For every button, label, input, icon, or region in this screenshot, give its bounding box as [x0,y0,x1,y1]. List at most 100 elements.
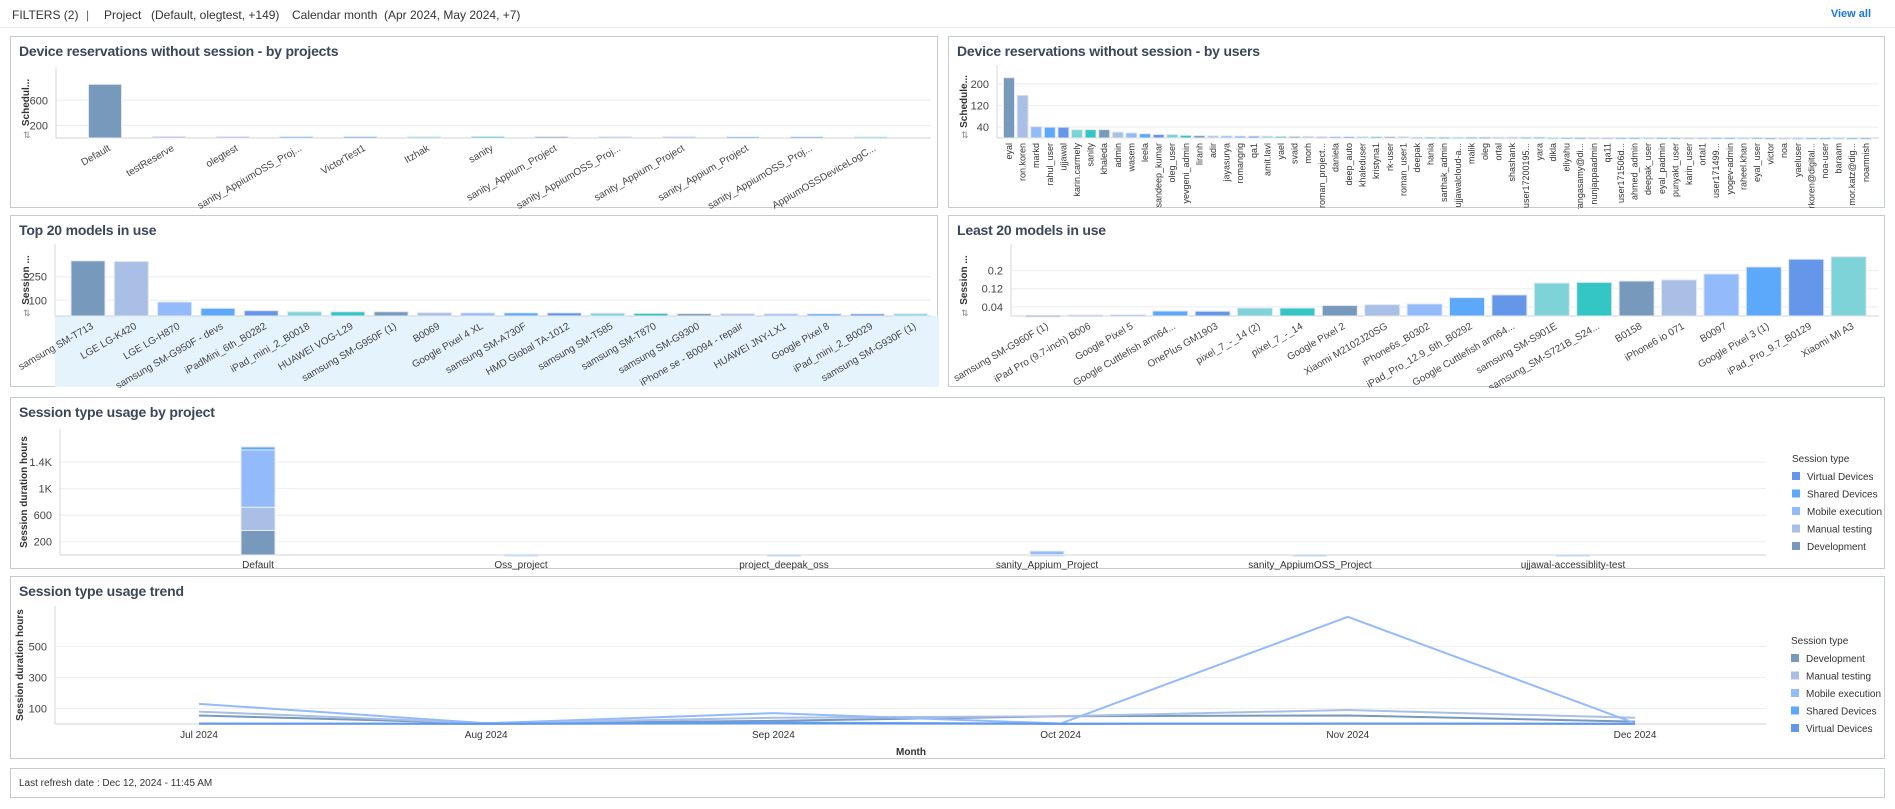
bar[interactable] [279,136,314,139]
bar-segment[interactable] [240,446,276,451]
bar[interactable] [1737,136,1750,140]
bar[interactable] [1778,137,1791,140]
bar[interactable] [1194,310,1231,317]
bar[interactable] [503,312,539,317]
bar[interactable] [1364,304,1401,317]
bar[interactable] [1098,129,1111,139]
bar[interactable] [1655,136,1668,140]
bar[interactable] [113,260,149,317]
bar[interactable] [590,312,626,317]
bar[interactable] [1067,314,1104,318]
bar[interactable] [1576,281,1613,317]
bar[interactable] [1751,136,1763,140]
bar[interactable] [1615,136,1627,140]
bar[interactable] [157,301,193,317]
bar[interactable] [1560,136,1573,140]
filters-count[interactable]: FILTERS (2) [12,8,78,22]
legend-item[interactable]: Virtual Devices [1806,724,1873,735]
bar[interactable] [151,135,186,139]
bar[interactable] [598,136,633,139]
legend-item[interactable]: Virtual Devices [1807,472,1874,483]
bar[interactable] [633,312,669,317]
bar[interactable] [470,135,505,139]
bar[interactable] [1703,273,1740,317]
bar[interactable] [1370,136,1383,139]
bar[interactable] [1533,282,1570,317]
bar[interactable] [70,260,106,317]
bar[interactable] [1397,136,1410,139]
chart-session-type-trend[interactable]: 100 300 500Session duration hours Jul 2024 A… [11,577,1886,760]
bar[interactable] [1152,133,1165,139]
bar[interactable] [662,136,697,139]
bar-segment[interactable] [766,553,802,557]
bar[interactable] [330,311,366,317]
bar[interactable] [1547,136,1559,140]
chart-reservations-by-projects[interactable]: 200 600Schedul... ⇅ Default testReserve olegt… [11,37,939,209]
bar[interactable] [460,312,496,317]
bar[interactable] [1025,314,1061,318]
bar-segment[interactable] [240,449,276,508]
bar[interactable] [1438,136,1451,140]
bar-segment[interactable] [240,529,276,556]
bar[interactable] [1179,134,1192,139]
bar[interactable] [546,312,582,317]
chart-reservations-by-users[interactable]: 40120200Schedule...⇅eyal ron.koren markd ra… [949,37,1886,209]
bar[interactable] [1016,94,1029,139]
bar[interactable] [1003,77,1015,139]
bar[interactable] [1587,136,1600,140]
bar[interactable] [1343,136,1355,139]
bar[interactable] [1261,135,1274,139]
bar[interactable] [1071,129,1083,139]
bar[interactable] [1830,256,1867,317]
sort-icon[interactable]: ⇅ [961,308,969,318]
bar[interactable] [88,83,122,139]
bar[interactable] [1234,135,1247,139]
bar[interactable] [1166,133,1179,139]
bar[interactable] [215,136,250,139]
bar[interactable] [373,311,409,317]
filter-month-value[interactable]: (Apr 2024, May 2024, +7) [384,8,520,22]
bar[interactable] [1832,137,1845,140]
series-line-mobile-execution[interactable] [198,615,1636,725]
bar[interactable] [1506,136,1519,140]
bar[interactable] [1111,131,1124,139]
legend-item[interactable]: Development [1807,542,1866,553]
bar[interactable] [1057,126,1070,139]
legend-item[interactable]: Shared Devices [1807,490,1878,501]
bar[interactable] [1805,137,1818,140]
bar[interactable] [243,310,279,317]
bar[interactable] [789,136,824,139]
bar[interactable] [1220,135,1233,139]
bar[interactable] [1723,136,1736,140]
bar-segment[interactable] [503,553,539,557]
bar[interactable] [1533,136,1546,140]
bar[interactable] [1628,136,1641,140]
bar[interactable] [1764,137,1777,140]
bar[interactable] [1491,294,1528,317]
bar[interactable] [1451,136,1464,140]
bar[interactable] [1125,132,1138,139]
bar[interactable] [1859,137,1872,140]
bar[interactable] [1237,307,1273,317]
bar[interactable] [1030,126,1043,139]
bar[interactable] [416,312,452,317]
legend-item[interactable]: Manual testing [1807,525,1872,536]
sort-icon[interactable]: ⇅ [23,130,31,140]
bar[interactable] [1618,280,1655,317]
bar[interactable] [1696,136,1709,140]
bar[interactable] [1519,136,1532,140]
bar[interactable] [1745,266,1782,317]
bar-segment[interactable] [1292,553,1328,557]
bar[interactable] [1574,136,1587,140]
legend-item[interactable]: Mobile execution [1806,689,1881,700]
chart-session-type-by-project[interactable]: 200 600 1K 1.4KSession duration hours Defaul… [11,398,1886,570]
bar[interactable] [1321,305,1358,317]
bar[interactable] [1207,135,1219,139]
bar[interactable] [806,313,842,317]
bar[interactable] [1819,137,1831,140]
sort-icon[interactable]: ⇅ [23,308,31,318]
bar[interactable] [1356,136,1369,139]
bar[interactable] [1383,136,1396,139]
bar[interactable] [720,313,755,317]
chart-least-20-models[interactable]: 0.040.120.2Session ...⇅samsung SM-G960F … [949,216,1886,388]
